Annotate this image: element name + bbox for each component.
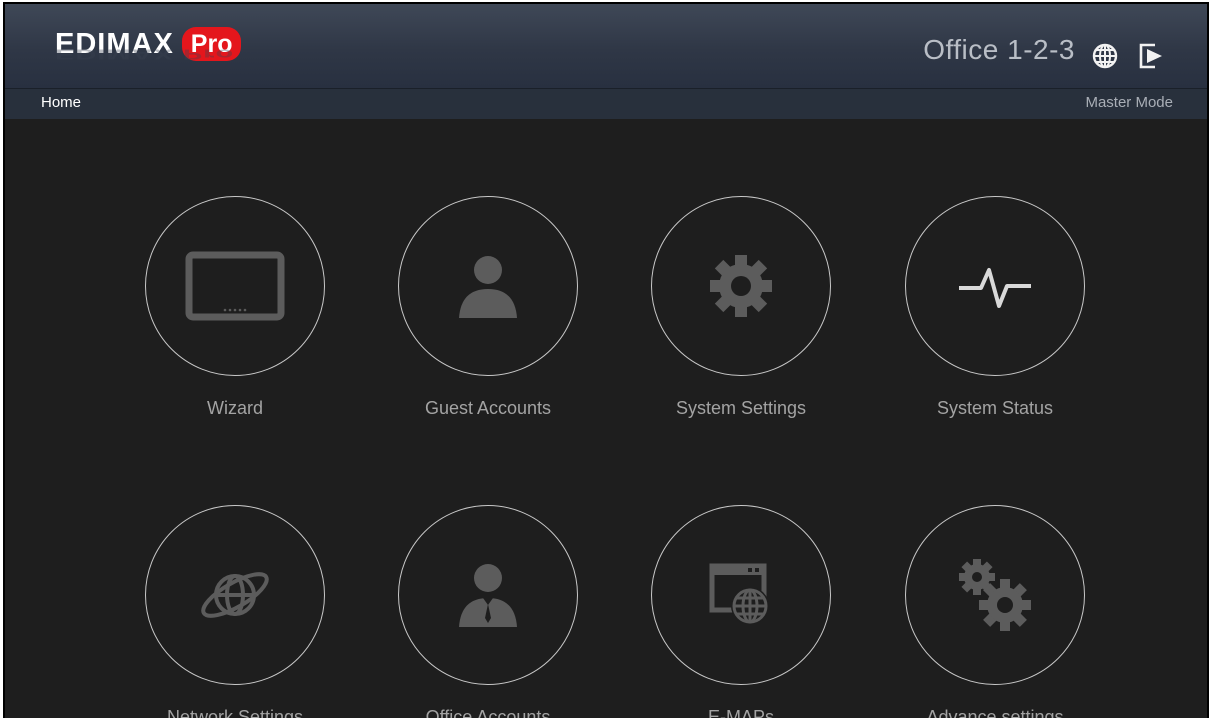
tile-label: Advance settings — [926, 707, 1064, 718]
mode-indicator: Master Mode — [1085, 94, 1173, 111]
logout-icon[interactable] — [1135, 40, 1167, 72]
tile-system-status[interactable]: System Status — [905, 196, 1085, 419]
tile-circle[interactable] — [905, 196, 1085, 376]
tile-label: Network Settings — [166, 707, 304, 718]
business-user-icon — [459, 564, 517, 627]
header-bar: EDIMAX Pro EDIMAX Pro Office 1-2-3 — [5, 4, 1207, 89]
tile-circle[interactable] — [905, 505, 1085, 685]
tile-circle[interactable] — [398, 196, 578, 376]
user-icon — [459, 256, 517, 318]
tile-wizard[interactable]: Wizard — [145, 196, 325, 419]
monitor-icon — [185, 251, 285, 321]
tile-system-settings[interactable]: System Settings — [651, 196, 831, 419]
tile-label: Office Accounts — [425, 707, 551, 718]
orbit-globe-icon — [201, 572, 269, 618]
logo-text: EDIMAX — [55, 27, 174, 60]
edimax-pro-logo: EDIMAX Pro — [55, 24, 242, 64]
gear-icon — [710, 255, 772, 317]
tile-label: System Settings — [675, 398, 807, 418]
tile-label: Guest Accounts — [424, 398, 552, 418]
tile-label: E-MAPs — [707, 707, 774, 718]
pulse-icon — [959, 268, 1031, 308]
globe-icon[interactable] — [1089, 40, 1121, 72]
web-map-icon — [709, 563, 769, 625]
tile-circle[interactable] — [651, 505, 831, 685]
tile-circle[interactable] — [145, 505, 325, 685]
tile-label: Wizard — [206, 398, 263, 418]
app-window: EDIMAX Pro EDIMAX Pro Office 1-2-3 Home … — [3, 2, 1209, 718]
tile-label: System Status — [936, 398, 1054, 418]
tile-circle[interactable] — [651, 196, 831, 376]
breadcrumb-home[interactable]: Home — [41, 94, 81, 111]
navigation-bar: Home Master Mode — [5, 89, 1207, 119]
tile-advance-settings[interactable]: Advance settings — [905, 505, 1085, 718]
tile-circle[interactable] — [145, 196, 325, 376]
tile-guest-accounts[interactable]: Guest Accounts — [398, 196, 578, 419]
tile-network-settings[interactable]: Network Settings — [145, 505, 325, 718]
tile-office-accounts[interactable]: Office Accounts — [398, 505, 578, 718]
tile-circle[interactable] — [398, 505, 578, 685]
tile-e-maps[interactable]: E-MAPs — [651, 505, 831, 718]
site-name: Office 1-2-3 — [923, 34, 1075, 65]
logo-pro-badge: Pro — [181, 27, 242, 61]
gears-icon — [959, 559, 1031, 631]
